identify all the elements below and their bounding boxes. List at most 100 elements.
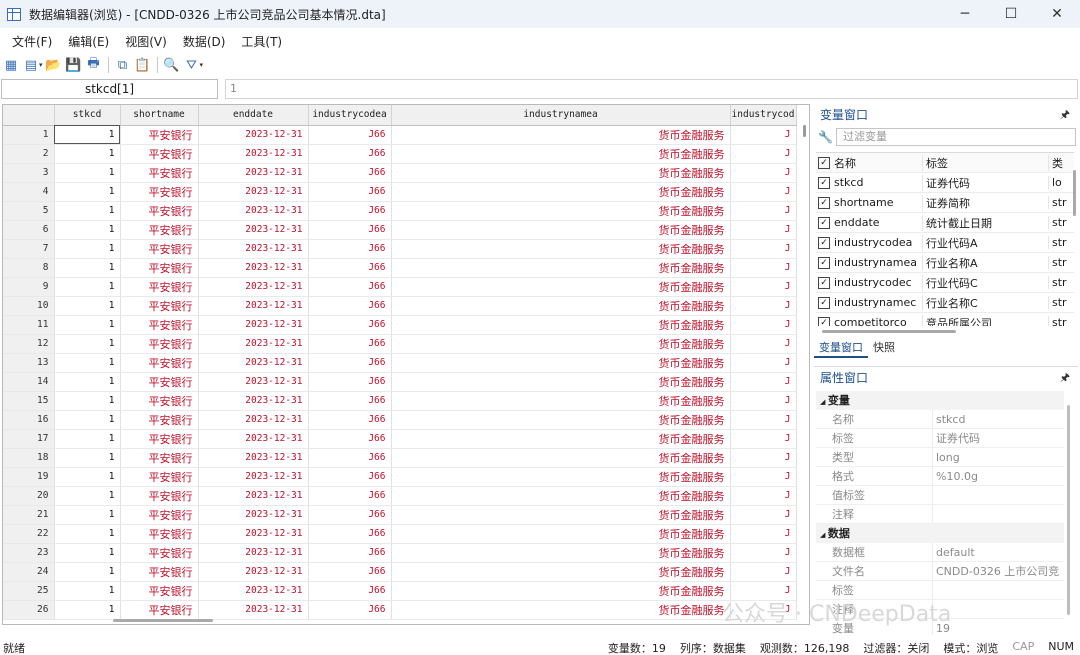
- table-row[interactable]: 11 1 平安银行 2023-12-31 J66 货币金融服务 J: [3, 315, 797, 335]
- cell-industrycod[interactable]: J: [730, 372, 797, 392]
- header-name[interactable]: 名称: [834, 155, 922, 171]
- table-row[interactable]: 21 1 平安银行 2023-12-31 J66 货币金融服务 J: [3, 505, 797, 525]
- cell-name-box[interactable]: stkcd[1]: [1, 79, 218, 99]
- cell-industrycodea[interactable]: J66: [308, 277, 392, 297]
- cell-stkcd[interactable]: 1: [54, 258, 121, 278]
- cell-shortname[interactable]: 平安银行: [120, 163, 199, 183]
- row-number[interactable]: 1: [3, 125, 55, 145]
- cell-stkcd[interactable]: 1: [54, 372, 121, 392]
- menu-view[interactable]: 视图(V): [117, 33, 175, 50]
- row-number[interactable]: 9: [3, 277, 55, 297]
- table-row[interactable]: 25 1 平安银行 2023-12-31 J66 货币金融服务 J: [3, 581, 797, 601]
- table-view-icon[interactable]: ▤: [22, 56, 40, 74]
- cell-industrycodea[interactable]: J66: [308, 258, 392, 278]
- cell-industrycodea[interactable]: J66: [308, 467, 392, 487]
- cell-enddate[interactable]: 2023-12-31: [198, 372, 309, 392]
- cell-enddate[interactable]: 2023-12-31: [198, 125, 309, 145]
- cell-enddate[interactable]: 2023-12-31: [198, 163, 309, 183]
- filter-icon[interactable]: ⛛: [183, 56, 201, 74]
- row-number[interactable]: 24: [3, 562, 55, 582]
- cell-stkcd[interactable]: 1: [54, 144, 121, 164]
- cell-stkcd[interactable]: 1: [54, 410, 121, 430]
- open-folder-icon[interactable]: 📂: [45, 56, 63, 74]
- table-row[interactable]: 5 1 平安银行 2023-12-31 J66 货币金融服务 J: [3, 201, 797, 221]
- menu-edit[interactable]: 编辑(E): [60, 33, 117, 50]
- cell-industrynamea[interactable]: 货币金融服务: [391, 239, 731, 259]
- cell-enddate[interactable]: 2023-12-31: [198, 448, 309, 468]
- cell-industrycodea[interactable]: J66: [308, 315, 392, 335]
- cell-industrynamea[interactable]: 货币金融服务: [391, 467, 731, 487]
- grid-horizontal-scrollbar[interactable]: [113, 619, 213, 622]
- row-number[interactable]: 4: [3, 182, 55, 202]
- cell-shortname[interactable]: 平安银行: [120, 448, 199, 468]
- property-row[interactable]: 文件名 CNDD-0326 上市公司竞: [816, 562, 1064, 581]
- table-row[interactable]: 26 1 平安银行 2023-12-31 J66 货币金融服务 J: [3, 600, 797, 620]
- table-row[interactable]: 15 1 平安银行 2023-12-31 J66 货币金融服务 J: [3, 391, 797, 411]
- variable-row[interactable]: ✓ industrycodec 行业代码C str: [816, 273, 1074, 293]
- print-icon[interactable]: 🖶: [85, 56, 103, 74]
- property-row[interactable]: 注释: [816, 505, 1064, 524]
- property-row[interactable]: 数据框 default: [816, 543, 1064, 562]
- pin-icon[interactable]: 🖈: [1060, 367, 1070, 389]
- cell-industrynamea[interactable]: 货币金融服务: [391, 258, 731, 278]
- cell-shortname[interactable]: 平安银行: [120, 391, 199, 411]
- variable-checkbox[interactable]: ✓: [818, 176, 830, 189]
- cell-industrynamea[interactable]: 货币金融服务: [391, 315, 731, 335]
- cell-stkcd[interactable]: 1: [54, 505, 121, 525]
- variables-scrollbar[interactable]: [1073, 170, 1076, 216]
- cell-industrycod[interactable]: J: [730, 353, 797, 373]
- cell-industrycodea[interactable]: J66: [308, 486, 392, 506]
- cell-industrycod[interactable]: J: [730, 486, 797, 506]
- cell-shortname[interactable]: 平安银行: [120, 410, 199, 430]
- cell-stkcd[interactable]: 1: [54, 524, 121, 544]
- table-row[interactable]: 23 1 平安银行 2023-12-31 J66 货币金融服务 J: [3, 543, 797, 563]
- cell-industrycod[interactable]: J: [730, 524, 797, 544]
- chevron-down-icon[interactable]: ▾: [200, 61, 204, 69]
- cell-industrynamea[interactable]: 货币金融服务: [391, 562, 731, 582]
- row-number[interactable]: 15: [3, 391, 55, 411]
- column-header-industrynamea[interactable]: industrynamea: [391, 105, 731, 126]
- cell-shortname[interactable]: 平安银行: [120, 144, 199, 164]
- cell-industrycod[interactable]: J: [730, 448, 797, 468]
- table-row[interactable]: 12 1 平安银行 2023-12-31 J66 货币金融服务 J: [3, 334, 797, 354]
- cell-industrynamea[interactable]: 货币金融服务: [391, 201, 731, 221]
- tab-snapshots[interactable]: 快照: [868, 340, 900, 358]
- cell-enddate[interactable]: 2023-12-31: [198, 220, 309, 240]
- cell-industrycod[interactable]: J: [730, 315, 797, 335]
- cell-shortname[interactable]: 平安银行: [120, 182, 199, 202]
- row-number[interactable]: 26: [3, 600, 55, 620]
- cell-shortname[interactable]: 平安银行: [120, 372, 199, 392]
- cell-shortname[interactable]: 平安银行: [120, 201, 199, 221]
- cell-enddate[interactable]: 2023-12-31: [198, 600, 309, 620]
- cell-industrynamea[interactable]: 货币金融服务: [391, 543, 731, 563]
- variable-row[interactable]: ✓ industrynamec 行业名称C str: [816, 293, 1074, 313]
- cell-enddate[interactable]: 2023-12-31: [198, 353, 309, 373]
- cell-industrycodea[interactable]: J66: [308, 372, 392, 392]
- cell-industrycodea[interactable]: J66: [308, 562, 392, 582]
- filter-variables-input[interactable]: 过滤变量: [836, 128, 1076, 146]
- cell-industrycodea[interactable]: J66: [308, 163, 392, 183]
- cell-industrycod[interactable]: J: [730, 182, 797, 202]
- row-number[interactable]: 10: [3, 296, 55, 316]
- collapse-icon[interactable]: ◢: [820, 398, 828, 406]
- cell-industrynamea[interactable]: 货币金融服务: [391, 429, 731, 449]
- cell-industrycod[interactable]: J: [730, 505, 797, 525]
- table-row[interactable]: 13 1 平安银行 2023-12-31 J66 货币金融服务 J: [3, 353, 797, 373]
- cell-stkcd[interactable]: 1: [54, 334, 121, 354]
- table-row[interactable]: 7 1 平安银行 2023-12-31 J66 货币金融服务 J: [3, 239, 797, 259]
- cell-enddate[interactable]: 2023-12-31: [198, 258, 309, 278]
- table-row[interactable]: 2 1 平安银行 2023-12-31 J66 货币金融服务 J: [3, 144, 797, 164]
- pin-icon[interactable]: 🖈: [1060, 104, 1070, 126]
- grid-vertical-scrollbar[interactable]: [800, 123, 809, 623]
- cell-industrycodea[interactable]: J66: [308, 581, 392, 601]
- cell-stkcd[interactable]: 1: [54, 467, 121, 487]
- cell-industrynamea[interactable]: 货币金融服务: [391, 296, 731, 316]
- cell-industrycodea[interactable]: J66: [308, 144, 392, 164]
- cell-industrycodea[interactable]: J66: [308, 182, 392, 202]
- cell-stkcd[interactable]: 1: [54, 543, 121, 563]
- variable-checkbox[interactable]: ✓: [818, 256, 830, 269]
- menu-data[interactable]: 数据(D): [175, 33, 234, 50]
- select-all-checkbox[interactable]: ✓: [818, 156, 830, 169]
- cell-industrycodea[interactable]: J66: [308, 334, 392, 354]
- table-row[interactable]: 3 1 平安银行 2023-12-31 J66 货币金融服务 J: [3, 163, 797, 183]
